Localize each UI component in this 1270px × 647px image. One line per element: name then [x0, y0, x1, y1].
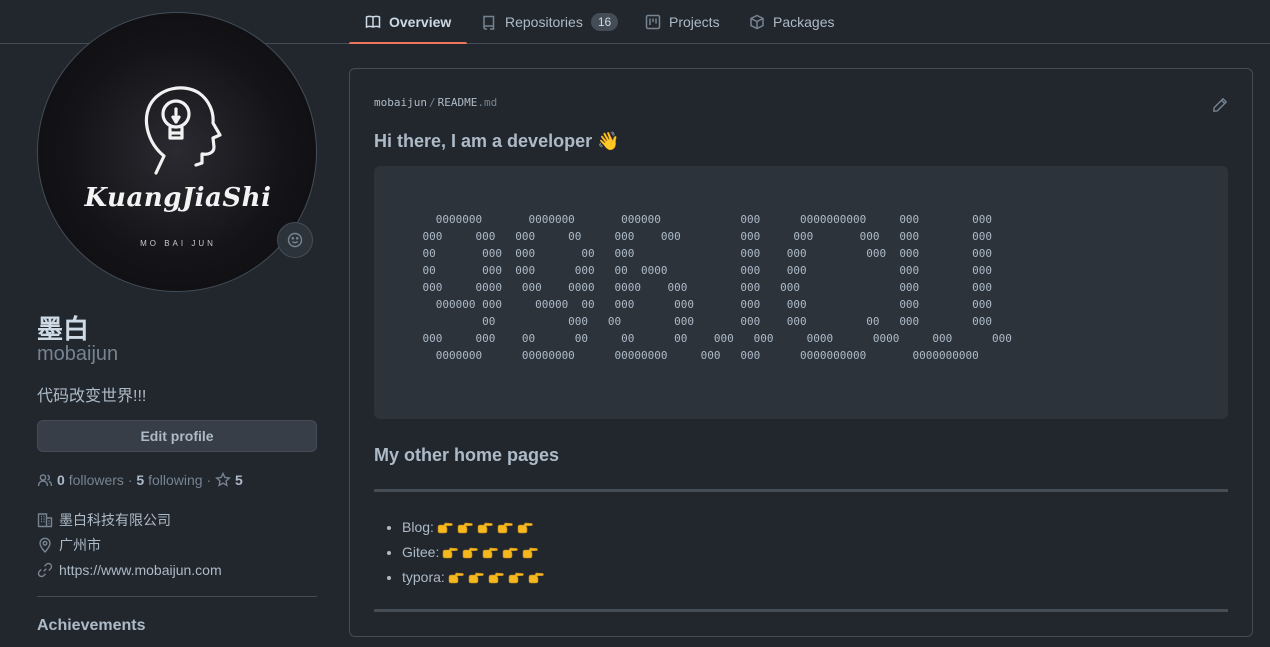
package-icon — [750, 14, 764, 29]
location-icon — [39, 537, 51, 553]
ascii-art-text: 0000000 0000000 000000 000 0000000000 00… — [422, 213, 1012, 362]
link-icon — [37, 562, 53, 578]
book-icon — [365, 15, 381, 28]
gitee-link[interactable] — [442, 547, 542, 559]
pointing-hand-icon — [457, 522, 473, 534]
pointing-hand-icon — [443, 547, 459, 559]
tab-label: Packages — [773, 13, 835, 30]
readme-file-link[interactable]: README.md — [438, 96, 498, 109]
edit-profile-button[interactable]: Edit profile — [37, 420, 317, 452]
readme-file-ext: .md — [477, 96, 498, 109]
pointing-hand-icon — [488, 572, 504, 584]
website-link[interactable]: https://www.mobaijun.com — [59, 562, 222, 578]
home-pages-list: Blog: Gitee: typora: — [374, 517, 548, 592]
profile-bio: 代码改变世界!!! — [37, 388, 147, 405]
repo-count-badge: 16 — [590, 12, 619, 31]
tab-label: Repositories — [505, 13, 583, 30]
blog-link[interactable] — [437, 522, 537, 534]
heading-divider — [374, 489, 1228, 492]
breadcrumb-separator: / — [428, 96, 436, 109]
location-text: 广州市 — [59, 537, 101, 553]
pointing-hand-icon — [508, 572, 524, 584]
pointing-hand-icon — [523, 547, 539, 559]
repo-icon — [483, 15, 495, 30]
sidebar-divider — [37, 596, 317, 597]
smiley-icon — [287, 232, 303, 248]
pointing-hand-icon — [463, 547, 479, 559]
readme-heading: Hi there, I am a developer 👋 — [374, 131, 620, 151]
pointing-hand-icon — [517, 522, 533, 534]
project-icon — [645, 14, 661, 29]
stars-count: 5 — [235, 472, 243, 488]
avatar[interactable]: KuangJiaShi MO BAI JUN — [37, 12, 317, 292]
follow-stats: 0 followers · 5 following · 5 — [37, 471, 243, 489]
organization-icon — [37, 513, 53, 528]
pointing-hand-icon — [477, 522, 493, 534]
gitee-label: Gitee: — [402, 544, 440, 560]
achievements-heading[interactable]: Achievements — [37, 617, 146, 635]
bottom-divider — [374, 609, 1228, 612]
company-text: 墨白科技有限公司 — [59, 512, 171, 528]
followers-label: followers — [68, 472, 124, 488]
readme-breadcrumb: mobaijun / README.md — [374, 96, 497, 109]
tab-projects[interactable]: Projects — [645, 0, 720, 43]
readme-file-name: README — [437, 96, 478, 109]
pointing-hand-icon — [483, 547, 499, 559]
tab-packages[interactable]: Packages — [749, 0, 834, 43]
profile-username: mobaijun — [37, 343, 119, 365]
tab-label: Projects — [669, 13, 720, 30]
star-icon — [215, 472, 231, 487]
avatar-logo-text: KuangJiaShi — [84, 183, 272, 213]
typora-link[interactable] — [448, 572, 548, 584]
pencil-icon[interactable] — [1212, 97, 1228, 113]
tab-overview[interactable]: Overview — [349, 0, 468, 44]
pointing-hand-icon — [437, 522, 453, 534]
tab-label: Overview — [389, 13, 452, 30]
profile-name: 墨白 — [37, 314, 90, 344]
separator-dot: · — [123, 472, 137, 488]
ascii-art-code-block: 0000000 0000000 000000 000 0000000000 00… — [374, 166, 1228, 419]
lightbulb-head-logo-icon — [144, 86, 222, 175]
list-item-typora: typora: — [402, 567, 548, 592]
pointing-hand-icon — [497, 522, 513, 534]
pointing-hand-icon — [448, 572, 464, 584]
pointing-hand-icon — [528, 572, 544, 584]
followers-count: 0 — [57, 472, 65, 488]
blog-label: Blog: — [402, 519, 434, 535]
following-label: following — [148, 472, 203, 488]
pointing-hand-icon — [503, 547, 519, 559]
pointing-hand-icon — [468, 572, 484, 584]
separator-dot: · — [202, 472, 216, 488]
other-pages-heading: My other home pages — [374, 445, 560, 465]
profile-location: 广州市 — [37, 536, 101, 554]
stars-link[interactable]: 5 — [215, 472, 243, 488]
set-status-button[interactable] — [277, 222, 313, 258]
readme-card: mobaijun / README.md Hi there, I am a deve… — [349, 68, 1253, 637]
people-icon — [37, 474, 53, 487]
typora-label: typora: — [402, 569, 445, 585]
followers-link[interactable]: 0 followers — [57, 472, 124, 488]
list-item-gitee: Gitee: — [402, 542, 548, 567]
tab-repositories[interactable]: Repositories 16 — [481, 0, 619, 43]
profile-website: https://www.mobaijun.com — [37, 561, 222, 579]
following-count: 5 — [136, 472, 145, 488]
profile-company: 墨白科技有限公司 — [37, 511, 171, 529]
readme-owner-link[interactable]: mobaijun — [374, 96, 427, 109]
list-item-blog: Blog: — [402, 517, 548, 542]
following-link[interactable]: 5 following — [136, 472, 202, 488]
avatar-sub-text: MO BAI JUN — [140, 239, 216, 248]
